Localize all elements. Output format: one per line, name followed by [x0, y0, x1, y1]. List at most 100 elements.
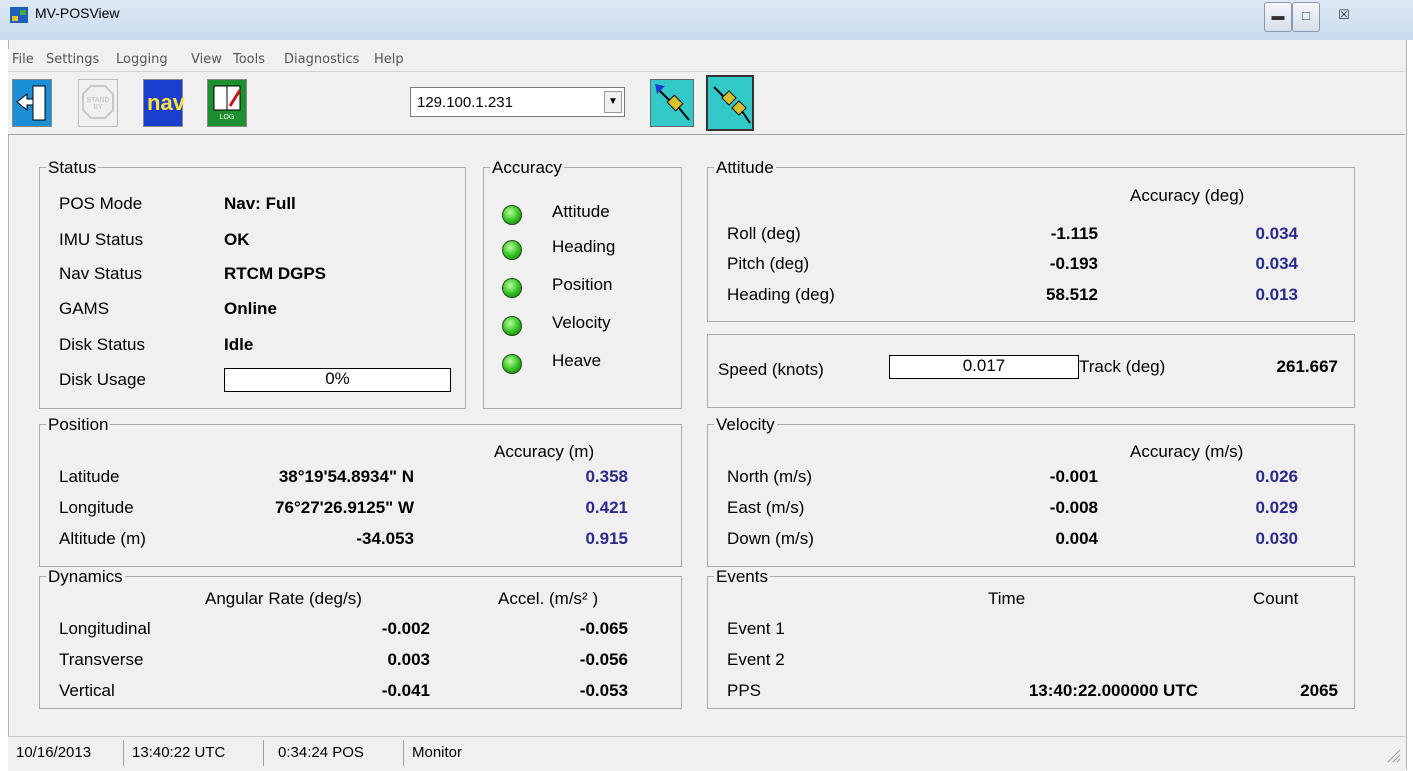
- menu-settings[interactable]: Settings: [46, 52, 99, 67]
- speed-value: 0.017: [962, 356, 1006, 375]
- accuracy-item-label: Velocity: [552, 313, 611, 332]
- minimize-button[interactable]: ▬: [1264, 2, 1292, 32]
- position-value: -34.053: [356, 529, 414, 548]
- attitude-label: Roll (deg): [727, 224, 801, 243]
- attitude-accuracy: 0.013: [1255, 285, 1298, 304]
- attitude-value: -0.193: [1049, 254, 1098, 273]
- status-group-title: Status: [46, 158, 99, 178]
- status-bar: 10/16/2013 13:40:22 UTC 0:34:24 POS Moni…: [8, 736, 1405, 771]
- attitude-label: Heading (deg): [727, 285, 835, 304]
- dynamics-label: Vertical: [59, 681, 115, 700]
- events-group-title: Events: [714, 567, 770, 587]
- dynamics-accel-value: -0.065: [579, 619, 628, 638]
- connector-plug-icon: [655, 84, 690, 121]
- title-bar: MV-POSView ▬ □ ☒: [0, 0, 1413, 40]
- status-label: GAMS: [59, 299, 110, 318]
- status-value: Idle: [224, 335, 254, 354]
- speed-label: Speed (knots): [718, 360, 824, 379]
- position-value: 38°19'54.8934" N: [278, 467, 414, 486]
- disk-usage-value: 0%: [325, 369, 350, 388]
- velocity-label: North (m/s): [727, 467, 812, 486]
- statusbar-mode: Monitor: [412, 744, 463, 761]
- accuracy-item-label: Heading: [552, 237, 616, 256]
- standby-label: STAND BY: [86, 97, 110, 111]
- close-button[interactable]: ☒: [1322, 2, 1366, 30]
- dynamics-rate-header: Angular Rate (deg/s): [205, 589, 362, 608]
- disk-usage-bar: 0%: [224, 368, 451, 392]
- menu-tools[interactable]: Tools: [233, 52, 265, 67]
- dynamics-group: Dynamics Angular Rate (deg/s) Accel. (m/…: [39, 567, 682, 709]
- ip-address-select[interactable]: 129.100.1.231 ▼: [410, 87, 625, 117]
- connect-button[interactable]: [650, 79, 694, 127]
- track-value: 261.667: [1276, 357, 1338, 376]
- dynamics-accel-value: -0.053: [579, 681, 628, 700]
- velocity-led-icon: [502, 316, 522, 336]
- standby-button[interactable]: STAND BY: [78, 79, 118, 127]
- exit-door-icon: [16, 85, 46, 121]
- nav-label: nav: [147, 90, 185, 115]
- position-accuracy-header: Accuracy (m): [494, 442, 595, 461]
- attitude-accuracy: 0.034: [1255, 254, 1298, 273]
- attitude-value: 58.512: [1046, 285, 1098, 304]
- events-group: Events Time Count Event 1 Event 2 PPS 13…: [707, 567, 1355, 709]
- velocity-value: -0.008: [1049, 498, 1098, 517]
- velocity-group: Velocity Accuracy (m/s) North (m/s) -0.0…: [707, 415, 1355, 567]
- restore-button[interactable]: □: [1292, 2, 1320, 32]
- dynamics-group-title: Dynamics: [46, 567, 125, 587]
- log-button[interactable]: LOG: [207, 79, 247, 127]
- dynamics-rate-value: -0.041: [381, 681, 430, 700]
- dynamics-rate-value: 0.003: [387, 650, 430, 669]
- ip-address-value: 129.100.1.231: [417, 94, 513, 111]
- exit-button[interactable]: [12, 79, 52, 127]
- menu-view[interactable]: View: [191, 52, 222, 67]
- speed-value-box: 0.017: [889, 355, 1079, 379]
- app-icon: [10, 7, 28, 23]
- attitude-label: Pitch (deg): [727, 254, 810, 273]
- velocity-accuracy: 0.026: [1255, 467, 1298, 486]
- events-time-header: Time: [988, 589, 1026, 608]
- menu-file[interactable]: File: [12, 52, 34, 67]
- velocity-label: East (m/s): [727, 498, 805, 517]
- menu-help[interactable]: Help: [374, 52, 404, 67]
- status-group: Status POS Mode Nav: Full IMU Status OK …: [39, 158, 466, 409]
- track-label: Track (deg): [1079, 357, 1166, 376]
- position-accuracy: 0.358: [585, 467, 628, 486]
- attitude-accuracy: 0.034: [1255, 224, 1298, 243]
- position-label: Longitude: [59, 498, 134, 517]
- event-count: 2065: [1300, 681, 1338, 700]
- dynamics-label: Transverse: [59, 650, 144, 669]
- attitude-accuracy-header: Accuracy (deg): [1130, 186, 1245, 205]
- dynamics-accel-value: -0.056: [579, 650, 628, 669]
- status-value: Nav: Full: [224, 194, 296, 213]
- accuracy-group-title: Accuracy: [490, 158, 564, 178]
- velocity-value: -0.001: [1049, 467, 1098, 486]
- position-accuracy: 0.915: [585, 529, 628, 548]
- menu-diagnostics[interactable]: Diagnostics: [284, 52, 359, 67]
- velocity-accuracy-header: Accuracy (m/s): [1130, 442, 1244, 461]
- event-label: Event 1: [727, 619, 785, 638]
- events-count-header: Count: [1253, 589, 1299, 608]
- disconnect-button[interactable]: [706, 75, 754, 131]
- accuracy-item-label: Position: [552, 275, 613, 294]
- menu-logging[interactable]: Logging: [116, 52, 168, 67]
- attitude-value: -1.115: [1050, 224, 1098, 243]
- position-label: Latitude: [59, 467, 120, 486]
- velocity-accuracy: 0.030: [1255, 529, 1298, 548]
- speed-track-group: Speed (knots) 0.017 Track (deg) 261.667: [707, 334, 1355, 408]
- event-time: 13:40:22.000000 UTC: [1028, 681, 1198, 700]
- statusbar-pos-time: 0:34:24 POS: [274, 740, 404, 766]
- velocity-accuracy: 0.029: [1255, 498, 1298, 517]
- menu-bar: File Settings Logging View Tools Diagnos…: [8, 49, 1405, 71]
- status-value: RTCM DGPS: [224, 264, 326, 283]
- resize-grip-icon[interactable]: [1383, 745, 1401, 763]
- dropdown-arrow-icon[interactable]: ▼: [604, 91, 622, 113]
- status-value: OK: [224, 230, 250, 249]
- attitude-group-title: Attitude: [714, 158, 776, 178]
- status-label: Nav Status: [59, 264, 143, 283]
- attitude-group: Attitude Accuracy (deg) Roll (deg) -1.11…: [707, 158, 1355, 322]
- dynamics-rate-value: -0.002: [381, 619, 430, 638]
- velocity-label: Down (m/s): [727, 529, 814, 548]
- position-label: Altitude (m): [59, 529, 146, 548]
- accuracy-item-label: Heave: [552, 351, 602, 370]
- nav-button[interactable]: nav: [143, 79, 185, 127]
